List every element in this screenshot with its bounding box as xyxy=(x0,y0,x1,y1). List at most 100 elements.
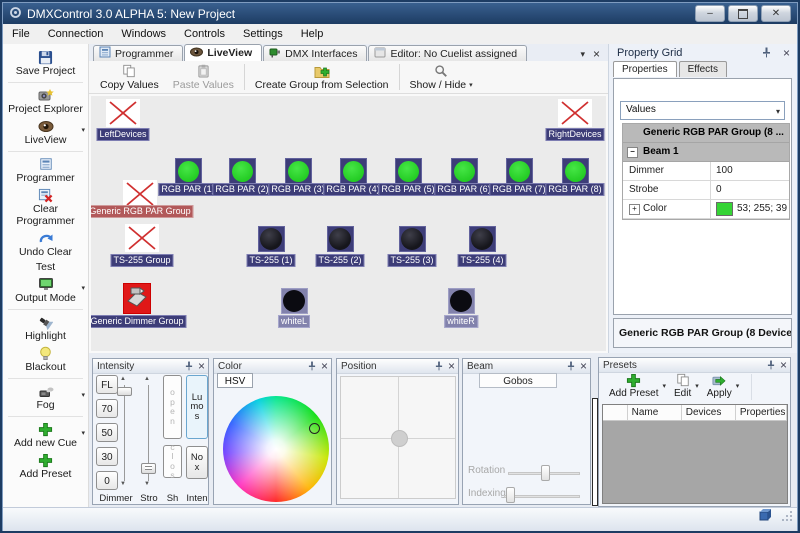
chevron-down-icon[interactable]: ▾ xyxy=(81,126,85,134)
property-value[interactable]: 53; 255; 39 xyxy=(711,200,789,218)
device-icon-ts-255-4[interactable] xyxy=(469,226,496,252)
close-panel-icon[interactable]: × xyxy=(580,361,587,371)
shutter-open-button[interactable]: o p e n xyxy=(163,375,182,439)
sidebar-item-undo-clear[interactable]: Undo Clear xyxy=(3,229,88,260)
property-row-dimmer[interactable]: Dimmer100 xyxy=(623,162,789,181)
dimmer-preset-50[interactable]: 50 xyxy=(96,423,118,442)
sidebar-item-programmer[interactable]: Programmer xyxy=(3,155,88,186)
device-label-ts-255-2[interactable]: TS-255 (2) xyxy=(315,254,364,267)
device-label-ts-255-4[interactable]: TS-255 (4) xyxy=(457,254,506,267)
chevron-down-icon[interactable]: ▾ xyxy=(695,382,699,390)
chevron-down-icon[interactable]: ▾ xyxy=(81,391,85,399)
device-icon-rgb-par-4[interactable] xyxy=(340,158,367,184)
collapse-icon[interactable]: − xyxy=(627,147,638,158)
device-icon-rgb-par-5[interactable] xyxy=(395,158,422,184)
menu-controls[interactable]: Controls xyxy=(175,26,234,42)
apply-button[interactable]: Apply xyxy=(703,372,736,399)
device-icon-rgb-par-3[interactable] xyxy=(285,158,312,184)
property-value[interactable]: 0 xyxy=(711,181,789,199)
resize-grip[interactable] xyxy=(780,509,793,527)
property-grid-tab-effects[interactable]: Effects xyxy=(679,61,727,77)
position-pad[interactable] xyxy=(340,376,456,499)
pin-icon[interactable] xyxy=(185,361,193,371)
tab-list-dropdown-icon[interactable]: ▾ xyxy=(580,49,585,60)
device-label-rgb-par-3[interactable]: RGB PAR (3) xyxy=(268,183,327,196)
dimmer-slider-up-icon[interactable]: ▲ xyxy=(118,376,128,382)
lumos-button[interactable]: Lu mo s xyxy=(186,375,208,439)
device-label-ts-255-3[interactable]: TS-255 (3) xyxy=(387,254,436,267)
device-label-generic-rgb-par-group[interactable]: Generic RGB PAR Group xyxy=(89,205,194,218)
property-row-strobe[interactable]: Strobe0 xyxy=(623,181,789,200)
device-icon-rgb-par-2[interactable] xyxy=(229,158,256,184)
menu-connection[interactable]: Connection xyxy=(39,26,113,42)
strobe-slider-down-icon[interactable]: ▼ xyxy=(142,481,152,487)
device-icon-whitel[interactable] xyxy=(281,288,308,314)
sidebar-item-add-new-cue[interactable]: Add new Cue▾ xyxy=(3,420,88,451)
sidebar-item-output-mode[interactable]: Output Mode▾ xyxy=(3,275,88,306)
sidebar-item-liveview[interactable]: LiveView▾ xyxy=(3,117,88,148)
dimmer-slider-down-icon[interactable]: ▼ xyxy=(118,481,128,487)
close-panel-icon[interactable]: × xyxy=(783,48,790,58)
sidebar-item-highlight[interactable]: Highlight xyxy=(3,313,88,344)
chevron-down-icon[interactable]: ▾ xyxy=(469,81,473,89)
chevron-down-icon[interactable]: ▾ xyxy=(81,429,85,437)
color-swatch[interactable] xyxy=(716,202,733,216)
device-icon-ts-255-group[interactable] xyxy=(125,224,159,252)
close-panel-icon[interactable]: × xyxy=(448,361,455,371)
expand-icon[interactable]: + xyxy=(629,204,640,215)
dimmer-preset-70[interactable]: 70 xyxy=(96,399,118,418)
gobos-tab[interactable]: Gobos xyxy=(479,373,557,388)
grid-section-header[interactable]: −Beam 1 xyxy=(623,143,789,162)
strobe-slider-up-icon[interactable]: ▲ xyxy=(142,376,152,382)
tab-programmer[interactable]: Programmer xyxy=(93,45,183,61)
device-icon-ts-255-3[interactable] xyxy=(399,226,426,252)
property-row-color[interactable]: +Color53; 255; 39 xyxy=(623,200,789,219)
property-value[interactable]: 100 xyxy=(711,162,789,180)
indexing-slider-thumb[interactable] xyxy=(506,487,515,503)
sidebar-item-save-project[interactable]: Save Project xyxy=(3,48,88,79)
device-label-whiter[interactable]: whiteR xyxy=(444,315,478,328)
sidebar-item-add-preset[interactable]: Add Preset xyxy=(3,451,88,482)
title-bar[interactable]: DMXControl 3.0 ALPHA 5: New Project – ✕ xyxy=(3,3,797,24)
sidebar-item-clear-programmer[interactable]: Clear Programmer xyxy=(3,186,88,229)
property-grid-tab-properties[interactable]: Properties xyxy=(613,61,677,77)
sidebar-item-fog[interactable]: Fog▾ xyxy=(3,382,88,413)
device-label-generic-dimmer-group[interactable]: Generic Dimmer Group xyxy=(89,315,187,328)
device-label-rightdevices[interactable]: RightDevices xyxy=(545,128,604,141)
device-icon-generic-dimmer-group[interactable] xyxy=(123,283,151,314)
device-label-rgb-par-4[interactable]: RGB PAR (4) xyxy=(323,183,382,196)
device-label-ts-255-1[interactable]: TS-255 (1) xyxy=(246,254,295,267)
device-label-leftdevices[interactable]: LeftDevices xyxy=(96,128,149,141)
device-icon-ts-255-2[interactable] xyxy=(327,226,354,252)
presets-column-devices[interactable]: Devices xyxy=(682,405,736,420)
presets-column-name[interactable]: Name xyxy=(628,405,682,420)
close-panel-icon[interactable]: × xyxy=(780,360,787,370)
device-icon-whiter[interactable] xyxy=(448,288,475,314)
color-wheel-marker[interactable] xyxy=(309,423,320,434)
liveview-canvas[interactable]: LeftDevicesRightDevicesRGB PAR (1)RGB PA… xyxy=(89,94,608,353)
device-icon-rgb-par-8[interactable] xyxy=(562,158,589,184)
sidebar-item-test[interactable]: Test xyxy=(3,260,88,275)
maximize-button[interactable] xyxy=(728,5,758,22)
menu-windows[interactable]: Windows xyxy=(112,26,175,42)
chevron-down-icon[interactable]: ▾ xyxy=(81,284,85,292)
minimize-button[interactable]: – xyxy=(695,5,725,22)
hsv-color-wheel[interactable] xyxy=(223,396,329,502)
dock-splitter[interactable] xyxy=(592,398,598,506)
rotation-slider-thumb[interactable] xyxy=(541,465,550,481)
menu-settings[interactable]: Settings xyxy=(234,26,292,42)
device-icon-rgb-par-6[interactable] xyxy=(451,158,478,184)
presets-column-properties[interactable]: Properties xyxy=(736,405,787,420)
pin-icon[interactable] xyxy=(762,47,771,58)
hsv-tab[interactable]: HSV xyxy=(217,373,253,388)
device-icon-rgb-par-7[interactable] xyxy=(506,158,533,184)
shutter-close-button[interactable]: c l o s xyxy=(163,445,182,478)
device-label-whitel[interactable]: whiteL xyxy=(278,315,310,328)
close-panel-icon[interactable]: × xyxy=(321,361,328,371)
device-label-ts-255-group[interactable]: TS-255 Group xyxy=(110,254,173,267)
dimmer-slider-track[interactable] xyxy=(124,385,125,481)
pin-icon[interactable] xyxy=(435,361,443,371)
nox-button[interactable]: No x xyxy=(186,446,208,479)
device-label-rgb-par-6[interactable]: RGB PAR (6) xyxy=(434,183,493,196)
pin-icon[interactable] xyxy=(567,361,575,371)
